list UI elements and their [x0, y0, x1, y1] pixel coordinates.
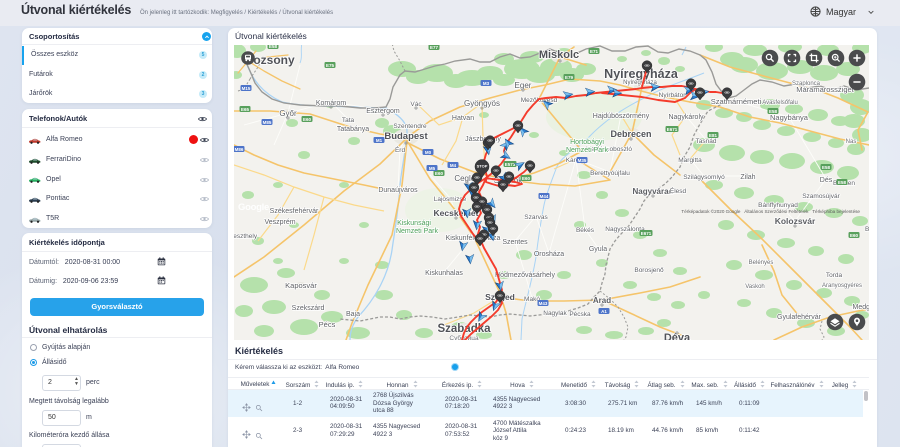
svg-text:E58: E58 — [769, 109, 778, 114]
svg-text:E65: E65 — [241, 107, 250, 112]
svg-text:Torda: Torda — [826, 272, 843, 279]
svg-text:Szekszárd: Szekszárd — [292, 305, 325, 312]
svg-text:Zilah: Zilah — [740, 174, 755, 181]
svg-text:M0: M0 — [425, 150, 432, 155]
svg-text:Kolozsvár: Kolozsvár — [775, 216, 816, 226]
svg-text:Szentes: Szentes — [502, 239, 528, 246]
svg-text:E671: E671 — [667, 127, 678, 132]
svg-text:Hajdúböszörmény: Hajdúböszörmény — [593, 113, 650, 120]
svg-text:E573: E573 — [505, 162, 516, 167]
svg-text:Gyulafehérvár: Gyulafehérvár — [777, 314, 822, 321]
svg-text:Déva: Déva — [664, 332, 691, 340]
svg-text:Budapest: Budapest — [384, 131, 428, 142]
svg-text:E75: E75 — [326, 63, 335, 68]
svg-text:Szatmárnémeti: Szatmárnémeti — [711, 97, 762, 106]
svg-text:ozsony: ozsony — [253, 53, 295, 67]
svg-text:Nagybánya: Nagybánya — [770, 113, 809, 122]
svg-text:Keszthely: Keszthely — [234, 233, 258, 240]
svg-text:M86: M86 — [235, 147, 244, 152]
svg-text:Bánffyhunyad: Bánffyhunyad — [758, 202, 798, 209]
svg-text:Tatabánya: Tatabánya — [337, 126, 369, 133]
svg-text:E71: E71 — [590, 49, 599, 54]
svg-text:Pécska: Pécska — [569, 311, 591, 318]
svg-text:M35: M35 — [578, 158, 587, 163]
svg-text:Margitta: Margitta — [678, 157, 702, 164]
svg-text:Avasfelsőfalu: Avasfelsőfalu — [762, 100, 798, 106]
svg-text:Hortobágyi: Hortobágyi — [570, 139, 604, 146]
svg-text:STOP: STOP — [477, 164, 488, 169]
svg-text:Nyíregyháza: Nyíregyháza — [604, 67, 679, 81]
svg-text:E58: E58 — [269, 45, 278, 49]
svg-text:Baja: Baja — [346, 311, 360, 318]
svg-text:Orosháza: Orosháza — [534, 251, 564, 258]
svg-text:M1: M1 — [376, 138, 383, 143]
svg-text:E81: E81 — [709, 133, 718, 138]
svg-text:E60: E60 — [522, 176, 531, 181]
svg-text:Érd: Érd — [395, 145, 406, 154]
svg-text:M85: M85 — [263, 120, 272, 125]
svg-text:Szaplonca: Szaplonca — [792, 81, 821, 87]
svg-text:Miskolc: Miskolc — [539, 49, 579, 61]
svg-text:A1: A1 — [601, 309, 607, 314]
svg-text:Szarvas: Szarvas — [524, 214, 548, 221]
svg-text:M5: M5 — [429, 166, 436, 171]
svg-text:Vaskoh: Vaskoh — [745, 284, 765, 290]
svg-text:E58: E58 — [838, 180, 847, 185]
svg-text:Gyula: Gyula — [589, 246, 607, 253]
svg-text:Nas: Nas — [846, 139, 857, 145]
svg-text:Kecskemét: Kecskemét — [434, 208, 479, 218]
svg-text:Dunaújváros: Dunaújváros — [378, 187, 418, 194]
svg-text:E60: E60 — [303, 117, 312, 122]
svg-text:Hódmezővásárhely: Hódmezővásárhely — [495, 272, 555, 279]
svg-text:E60: E60 — [850, 233, 859, 238]
svg-text:Élesd: Élesd — [670, 186, 687, 195]
svg-text:Nemzeti Park: Nemzeti Park — [396, 228, 439, 235]
svg-text:Nagykároly: Nagykároly — [668, 114, 704, 121]
svg-text:M15: M15 — [242, 86, 251, 91]
svg-text:M44: M44 — [540, 194, 549, 199]
svg-text:Tata: Tata — [342, 117, 355, 124]
svg-text:Belényes: Belényes — [749, 260, 774, 266]
svg-text:Google: Google — [238, 202, 269, 213]
svg-text:Nyírbátor: Nyírbátor — [659, 92, 687, 99]
svg-text:Kiskunsági: Kiskunsági — [397, 220, 431, 227]
svg-text:Veszprém: Veszprém — [264, 219, 295, 226]
svg-text:M4: M4 — [450, 163, 457, 168]
svg-text:Nagylak: Nagylak — [543, 310, 567, 317]
svg-text:Dés: Dés — [820, 177, 833, 184]
svg-text:Medgy: Medgy — [852, 304, 869, 311]
svg-text:Be: Be — [865, 226, 869, 233]
svg-text:Tasnád: Tasnád — [696, 138, 717, 145]
svg-text:M3: M3 — [483, 81, 490, 86]
svg-text:Hatvan: Hatvan — [452, 115, 474, 122]
svg-text:E60: E60 — [435, 171, 444, 176]
svg-text:Kiskunhalas: Kiskunhalas — [425, 270, 463, 277]
svg-text:Békés: Békés — [576, 227, 595, 234]
svg-text:Aranyosgyéres: Aranyosgyéres — [822, 283, 862, 289]
svg-text:Kaposvár: Kaposvár — [285, 281, 317, 290]
svg-text:Szamosújvár: Szamosújvár — [802, 193, 840, 200]
svg-text:Szilágysomlyó: Szilágysomlyó — [683, 174, 725, 181]
svg-text:Pécs: Pécs — [319, 320, 336, 329]
svg-text:E58: E58 — [822, 165, 831, 170]
svg-text:E79: E79 — [565, 75, 574, 80]
svg-text:Berettyóújfalu: Berettyóújfalu — [590, 170, 630, 177]
svg-text:Nemzeti Park: Nemzeti Park — [566, 147, 609, 154]
svg-text:Nagyszalonta: Nagyszalonta — [605, 226, 645, 233]
svg-text:M43: M43 — [539, 301, 548, 306]
svg-text:Szentendre: Szentendre — [393, 123, 427, 130]
svg-text:Térképadatok ©2020 Google Ál: Térképadatok ©2020 Google Általános Szer… — [681, 208, 860, 214]
svg-text:E77: E77 — [430, 45, 439, 50]
svg-text:E671: E671 — [641, 231, 652, 236]
svg-text:Székesfehérvár: Székesfehérvár — [270, 208, 319, 215]
svg-text:Borosjenő: Borosjenő — [634, 267, 664, 274]
